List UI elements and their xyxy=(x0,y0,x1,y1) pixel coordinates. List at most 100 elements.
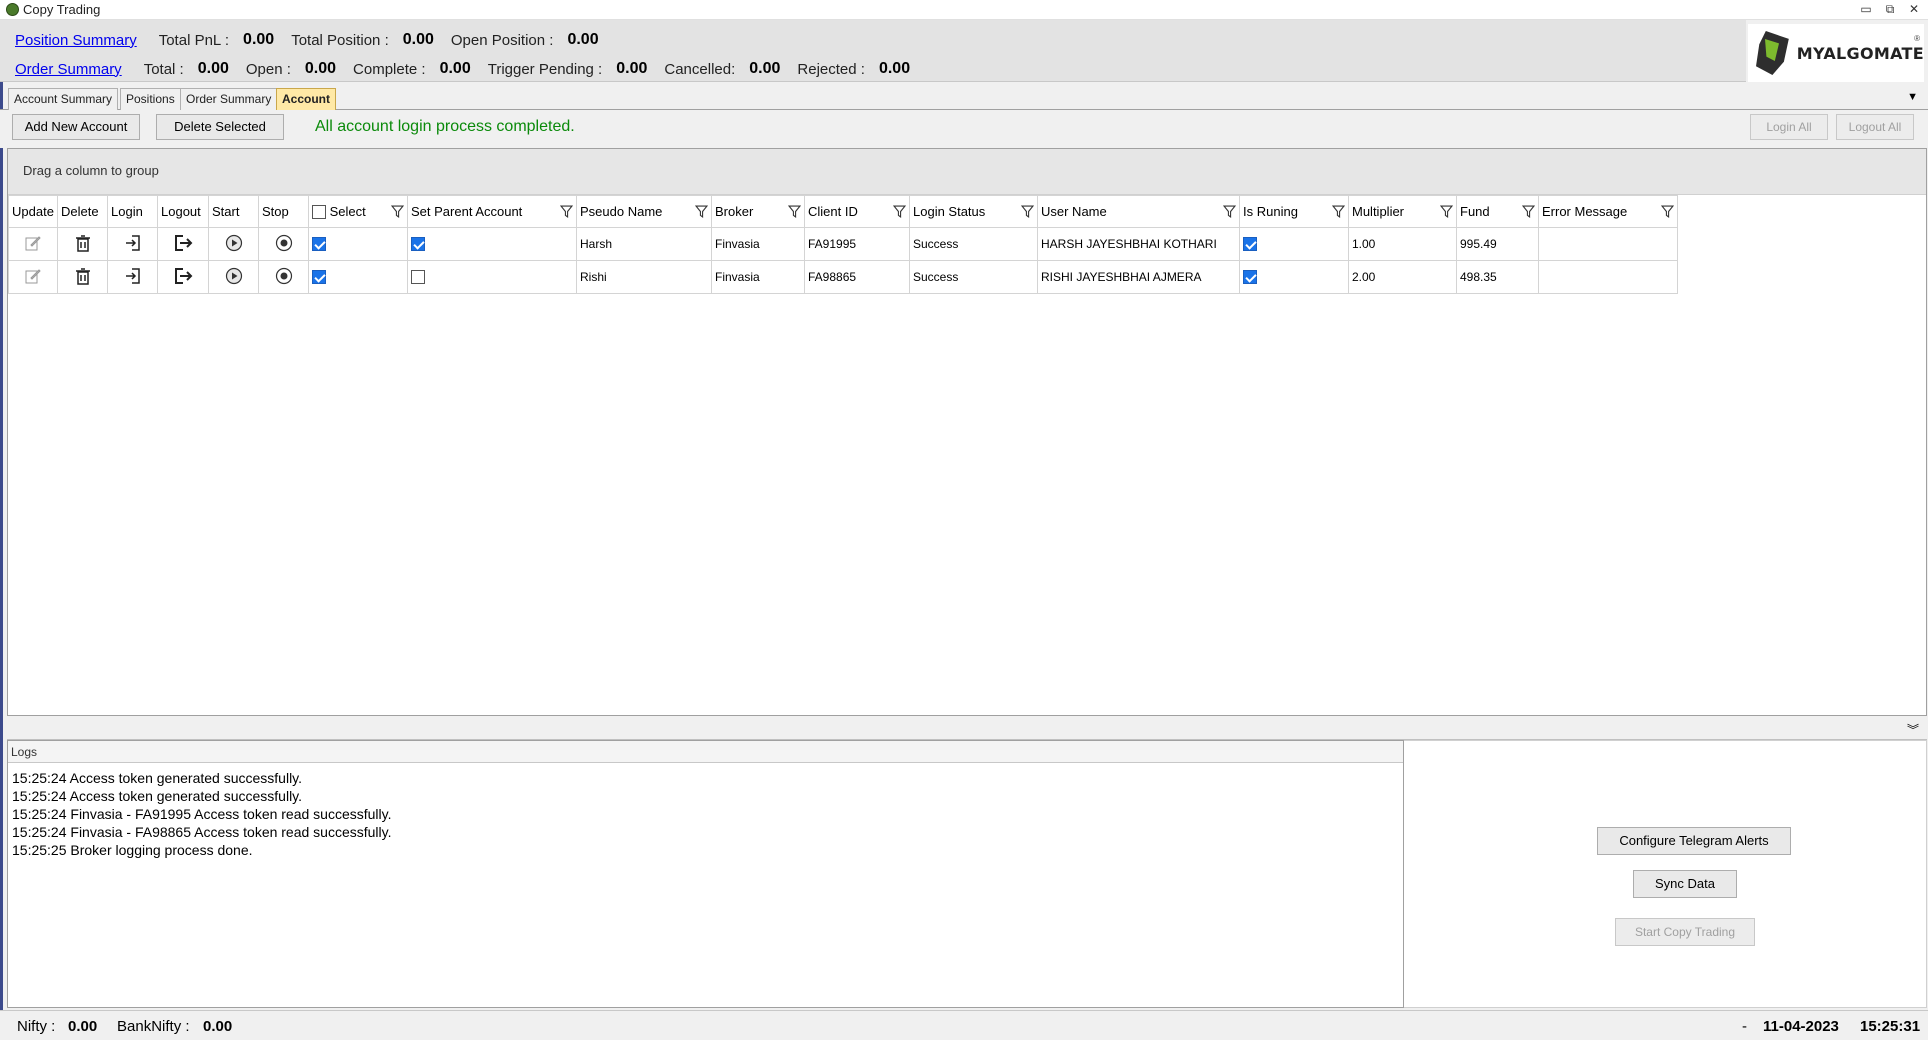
trash-icon[interactable] xyxy=(74,267,92,285)
stop-icon[interactable] xyxy=(275,234,293,252)
order-total-label: Total : xyxy=(143,60,184,78)
filter-icon[interactable] xyxy=(1522,205,1535,218)
play-icon[interactable] xyxy=(225,234,243,252)
start-cell[interactable] xyxy=(208,227,259,261)
col-login-status[interactable]: Login Status xyxy=(909,195,1038,228)
col-pseudo-name[interactable]: Pseudo Name xyxy=(576,195,712,228)
filter-icon[interactable] xyxy=(1440,205,1453,218)
start-copy-trading-button[interactable]: Start Copy Trading xyxy=(1615,918,1755,946)
col-start[interactable]: Start xyxy=(208,195,259,228)
order-summary-link[interactable]: Order Summary xyxy=(15,61,122,78)
logout-cell[interactable] xyxy=(157,227,209,261)
is-running-checkbox[interactable] xyxy=(1243,237,1257,252)
filter-icon[interactable] xyxy=(788,205,801,218)
col-logout[interactable]: Logout xyxy=(157,195,209,228)
tab-collapse-icon[interactable]: ▼ xyxy=(1907,91,1918,103)
filter-icon[interactable] xyxy=(1661,205,1674,218)
minimize-icon[interactable]: ▭ xyxy=(1856,0,1876,18)
col-fund[interactable]: Fund xyxy=(1456,195,1539,228)
edit-icon[interactable] xyxy=(24,234,42,252)
tab-account[interactable]: Account xyxy=(276,88,336,110)
status-bar: Nifty : 0.00 BankNifty : 0.00 - 11-04-20… xyxy=(0,1010,1928,1040)
stop-cell[interactable] xyxy=(258,260,309,294)
tab-order-summary[interactable]: Order Summary xyxy=(180,88,278,110)
logout-icon[interactable] xyxy=(173,234,193,252)
delete-selected-button[interactable]: Delete Selected xyxy=(156,114,284,140)
is-running-cell[interactable] xyxy=(1239,260,1349,294)
configure-telegram-alerts-button[interactable]: Configure Telegram Alerts xyxy=(1597,827,1791,855)
logout-icon[interactable] xyxy=(173,267,193,285)
filter-icon[interactable] xyxy=(1223,205,1236,218)
collapse-chevron-icon[interactable]: ︾ xyxy=(1907,721,1919,738)
filter-icon[interactable] xyxy=(1021,205,1034,218)
login-icon[interactable] xyxy=(124,267,142,285)
add-new-account-button[interactable]: Add New Account xyxy=(12,114,140,140)
client-id-cell: FA91995 xyxy=(804,227,910,261)
close-icon[interactable]: ✕ xyxy=(1904,0,1924,18)
group-by-panel[interactable]: Drag a column to group xyxy=(8,149,1926,195)
multiplier-cell[interactable]: 2.00 xyxy=(1348,260,1457,294)
col-broker[interactable]: Broker xyxy=(711,195,805,228)
sync-data-button[interactable]: Sync Data xyxy=(1633,870,1737,898)
row-select-checkbox[interactable] xyxy=(312,270,326,285)
update-cell[interactable] xyxy=(8,260,58,294)
registered-mark: ® xyxy=(1914,34,1920,43)
select-cell[interactable] xyxy=(308,260,408,294)
panel-splitter[interactable]: ︾ xyxy=(7,718,1927,740)
is-running-checkbox[interactable] xyxy=(1243,270,1257,285)
logs-list[interactable]: 15:25:24 Access token generated successf… xyxy=(8,763,1403,865)
col-set-parent[interactable]: Set Parent Account xyxy=(407,195,577,228)
login-icon[interactable] xyxy=(124,234,142,252)
col-select[interactable]: Select xyxy=(308,195,408,228)
col-multiplier[interactable]: Multiplier xyxy=(1348,195,1457,228)
login-cell[interactable] xyxy=(107,227,158,261)
table-row[interactable]: Rishi Finvasia FA98865 Success RISHI JAY… xyxy=(8,260,1678,294)
update-cell[interactable] xyxy=(8,227,58,261)
select-cell[interactable] xyxy=(308,227,408,261)
fund-cell: 995.49 xyxy=(1456,227,1539,261)
col-user-name[interactable]: User Name xyxy=(1037,195,1240,228)
col-delete[interactable]: Delete xyxy=(57,195,108,228)
trash-icon[interactable] xyxy=(74,234,92,252)
set-parent-checkbox[interactable] xyxy=(411,270,425,285)
is-running-cell[interactable] xyxy=(1239,227,1349,261)
play-icon[interactable] xyxy=(225,267,243,285)
set-parent-cell[interactable] xyxy=(407,260,577,294)
set-parent-cell[interactable] xyxy=(407,227,577,261)
col-update[interactable]: Update xyxy=(8,195,58,228)
stop-cell[interactable] xyxy=(258,227,309,261)
tab-positions[interactable]: Positions xyxy=(120,88,181,110)
col-is-running[interactable]: Is Runing xyxy=(1239,195,1349,228)
col-stop[interactable]: Stop xyxy=(258,195,309,228)
log-line: 15:25:24 Finvasia - FA91995 Access token… xyxy=(12,806,392,822)
log-line: 15:25:24 Access token generated successf… xyxy=(12,770,303,786)
restore-icon[interactable]: ⧉ xyxy=(1880,0,1900,18)
row-select-checkbox[interactable] xyxy=(312,237,326,252)
logout-cell[interactable] xyxy=(157,260,209,294)
edit-icon[interactable] xyxy=(24,267,42,285)
filter-icon[interactable] xyxy=(391,205,404,218)
filter-icon[interactable] xyxy=(695,205,708,218)
col-login[interactable]: Login xyxy=(107,195,158,228)
login-all-button[interactable]: Login All xyxy=(1750,114,1828,140)
tab-strip: Account Summary Positions Order Summary … xyxy=(0,86,1928,110)
table-row[interactable]: Harsh Finvasia FA91995 Success HARSH JAY… xyxy=(8,227,1678,261)
filter-icon[interactable] xyxy=(893,205,906,218)
log-line: 15:25:25 Broker logging process done. xyxy=(12,842,253,858)
multiplier-cell[interactable]: 1.00 xyxy=(1348,227,1457,261)
delete-cell[interactable] xyxy=(57,260,108,294)
position-summary-link[interactable]: Position Summary xyxy=(15,32,137,49)
filter-icon[interactable] xyxy=(560,205,573,218)
bull-logo-icon xyxy=(1756,31,1789,75)
set-parent-checkbox[interactable] xyxy=(411,237,425,252)
logout-all-button[interactable]: Logout All xyxy=(1836,114,1914,140)
col-client-id[interactable]: Client ID xyxy=(804,195,910,228)
filter-icon[interactable] xyxy=(1332,205,1345,218)
col-error-message[interactable]: Error Message xyxy=(1538,195,1678,228)
delete-cell[interactable] xyxy=(57,227,108,261)
start-cell[interactable] xyxy=(208,260,259,294)
select-all-checkbox[interactable] xyxy=(312,205,326,220)
tab-account-summary[interactable]: Account Summary xyxy=(8,88,119,110)
stop-icon[interactable] xyxy=(275,267,293,285)
login-cell[interactable] xyxy=(107,260,158,294)
